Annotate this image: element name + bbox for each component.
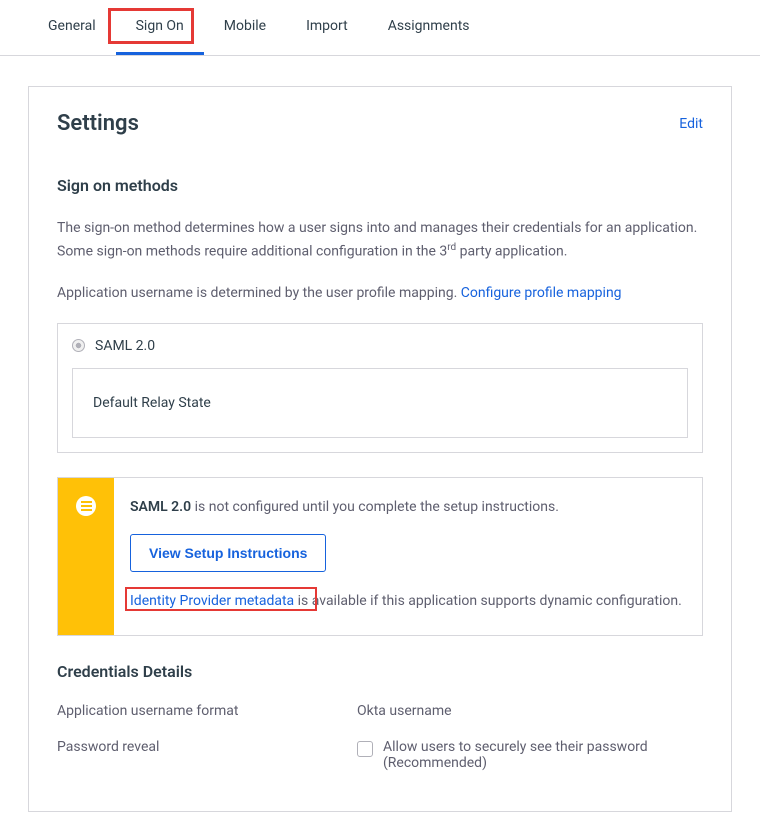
desc-part2: party application. (456, 244, 567, 260)
notice-body: SAML 2.0 is not configured until you com… (114, 478, 702, 635)
card-header: Settings Edit (29, 87, 731, 146)
tab-assignments[interactable]: Assignments (368, 0, 490, 55)
tab-mobile[interactable]: Mobile (204, 0, 286, 55)
notice-stripe (58, 478, 114, 635)
saml-radio-row: SAML 2.0 (58, 324, 702, 368)
card-title: Settings (57, 111, 139, 136)
tab-general[interactable]: General (28, 0, 116, 55)
credentials-details-title: Credentials Details (29, 636, 731, 693)
section-title-signon-methods: Sign on methods (57, 176, 703, 195)
notice-line1: SAML 2.0 is not configured until you com… (130, 496, 684, 518)
signon-methods-section: Sign on methods The sign-on method deter… (29, 146, 731, 636)
card-bottom-spacer (29, 781, 731, 811)
default-relay-state-label: Default Relay State (93, 395, 211, 411)
list-icon-bars (81, 505, 92, 507)
credentials-password-reveal-row: Password reveal Allow users to securely … (29, 729, 731, 781)
edit-link[interactable]: Edit (679, 116, 703, 132)
saml-radio-label: SAML 2.0 (95, 338, 155, 354)
password-reveal-label: Password reveal (57, 739, 357, 755)
idp-metadata-rest: is available if this application support… (294, 593, 682, 609)
list-icon (76, 496, 96, 516)
settings-card: Settings Edit Sign on methods The sign-o… (28, 86, 732, 812)
tab-import[interactable]: Import (286, 0, 368, 55)
identity-provider-metadata-link[interactable]: Identity Provider metadata (130, 593, 294, 609)
tabs-bar: General Sign On Mobile Import Assignment… (0, 0, 760, 56)
credentials-username-format-row: Application username format Okta usernam… (29, 693, 731, 729)
saml-notice: SAML 2.0 is not configured until you com… (57, 477, 703, 636)
password-reveal-value: Allow users to securely see their passwo… (383, 739, 703, 771)
saml-radio[interactable] (72, 339, 85, 352)
signon-description-line1: The sign-on method determines how a user… (57, 217, 703, 264)
saml-config-box: SAML 2.0 Default Relay State (57, 323, 703, 453)
default-relay-state-box: Default Relay State (72, 368, 688, 438)
username-format-label: Application username format (57, 703, 357, 719)
tab-sign-on[interactable]: Sign On (116, 0, 204, 55)
desc-line2-prefix: Application username is determined by th… (57, 285, 461, 301)
notice-line1-rest: is not configured until you complete the… (191, 499, 559, 515)
view-setup-instructions-button[interactable]: View Setup Instructions (130, 534, 326, 572)
notice-bold: SAML 2.0 (130, 499, 191, 515)
username-format-value: Okta username (357, 703, 703, 719)
signon-description-line2: Application username is determined by th… (57, 282, 703, 305)
desc-sup: rd (447, 242, 456, 253)
password-reveal-checkbox[interactable] (357, 741, 373, 757)
idp-metadata-line: Identity Provider metadata is available … (130, 590, 684, 612)
password-reveal-value-wrap: Allow users to securely see their passwo… (357, 739, 703, 771)
configure-profile-mapping-link[interactable]: Configure profile mapping (461, 285, 622, 301)
desc-part1: The sign-on method determines how a user… (57, 220, 697, 260)
